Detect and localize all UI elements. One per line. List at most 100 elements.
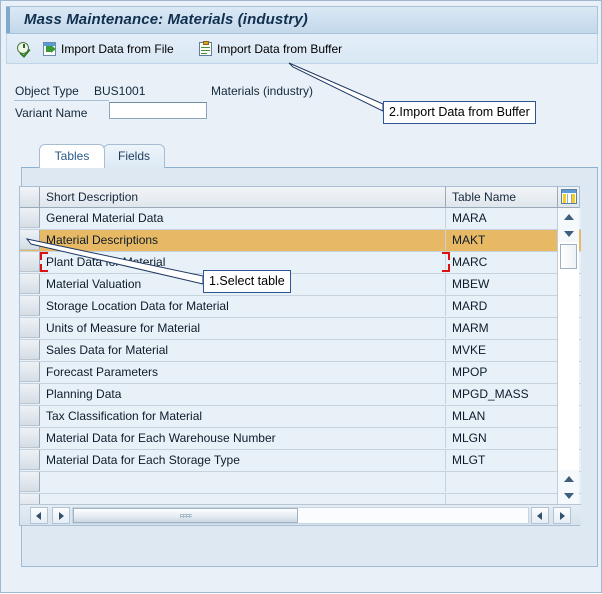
table-row[interactable]: Sales Data for Material MVKE: [20, 340, 581, 362]
scroll-down-button[interactable]: [558, 225, 579, 242]
object-type-underline: [14, 100, 109, 101]
cell-short-description: Material Valuation: [40, 274, 446, 294]
vertical-scrollbar-thumb[interactable]: [560, 244, 577, 269]
cell-table-name: [446, 472, 558, 492]
scrollbar-grip-icon: [179, 513, 192, 518]
object-type-description: Materials (industry): [211, 84, 314, 98]
table-row[interactable]: Units of Measure for Material MARM: [20, 318, 581, 340]
import-data-from-buffer-label: Import Data from Buffer: [217, 41, 343, 56]
scroll-page-down-button[interactable]: [558, 487, 579, 504]
row-selector-cell[interactable]: [20, 252, 40, 272]
cell-short-description: Material Data for Each Warehouse Number: [40, 428, 446, 448]
cell-table-name: MARC: [446, 252, 558, 272]
row-selector-cell[interactable]: [20, 208, 40, 228]
row-selector-cell[interactable]: [20, 384, 40, 404]
table-row[interactable]: Storage Location Data for Material MARD: [20, 296, 581, 318]
cell-table-name: [446, 494, 558, 504]
table-row[interactable]: General Material Data MARA: [20, 208, 581, 230]
row-selector-cell[interactable]: [20, 494, 40, 504]
row-selector-cell[interactable]: [20, 406, 40, 426]
application-window: Mass Maintenance: Materials (industry) I…: [0, 0, 602, 593]
row-selector-cell[interactable]: [20, 296, 40, 316]
grid-header-row: Short Description Table Name: [20, 187, 579, 208]
table-column-settings-icon: [561, 189, 577, 204]
cell-short-description: Material Descriptions: [40, 230, 446, 250]
execute-button[interactable]: [13, 37, 35, 60]
table-row[interactable]: [20, 494, 581, 504]
scroll-right-button[interactable]: [52, 507, 70, 524]
title-bar: Mass Maintenance: Materials (industry): [6, 6, 598, 34]
grid-body: General Material Data MARA Material Descri…: [20, 208, 581, 504]
row-selector-cell[interactable]: [20, 428, 40, 448]
toolbar: Import Data from File Import Data from B…: [6, 34, 598, 64]
object-type-label: Object Type: [15, 84, 79, 98]
cell-table-name: MBEW: [446, 274, 558, 294]
execute-clock-check-icon: [16, 41, 32, 58]
import-data-from-file-button[interactable]: Import Data from File: [39, 37, 177, 60]
cell-short-description: [40, 472, 446, 492]
cell-table-name: MPOP: [446, 362, 558, 382]
cell-table-name: MAKT: [446, 230, 558, 250]
import-data-from-buffer-button[interactable]: Import Data from Buffer: [195, 37, 345, 60]
row-selector-cell[interactable]: [20, 450, 40, 470]
row-selector-cell[interactable]: [20, 230, 40, 250]
tab-fields[interactable]: Fields: [103, 144, 165, 168]
scroll-left-button[interactable]: [30, 507, 48, 524]
object-type-value: BUS1001: [94, 84, 146, 98]
table-row[interactable]: Material Valuation MBEW: [20, 274, 581, 296]
scroll-up-button[interactable]: [558, 208, 579, 225]
table-row[interactable]: Material Data for Each Storage Type MLGT: [20, 450, 581, 472]
scroll-far-left-button[interactable]: [531, 507, 549, 524]
page-title: Mass Maintenance: Materials (industry): [24, 11, 308, 28]
cell-short-description: Storage Location Data for Material: [40, 296, 446, 316]
table-row[interactable]: Planning Data MPGD_MASS: [20, 384, 581, 406]
table-row[interactable]: Tax Classification for Material MLAN: [20, 406, 581, 428]
tables-grid: Short Description Table Name General Mat…: [19, 186, 581, 526]
grid-select-all-corner[interactable]: [20, 187, 40, 207]
cell-table-name: MLGT: [446, 450, 558, 470]
table-row[interactable]: [20, 472, 581, 494]
cell-short-description: [40, 494, 446, 504]
row-selector-cell[interactable]: [20, 318, 40, 338]
cell-short-description: Plant Data for Material: [40, 252, 446, 272]
cell-short-description: Sales Data for Material: [40, 340, 446, 360]
grid-vertical-scrollbar[interactable]: [557, 208, 579, 504]
cell-table-name: MVKE: [446, 340, 558, 360]
tab-tables[interactable]: Tables: [39, 144, 105, 168]
scroll-page-up-button[interactable]: [558, 470, 579, 487]
variant-name-label: Variant Name: [15, 106, 88, 120]
column-header-table-name[interactable]: Table Name: [446, 187, 558, 207]
table-row[interactable]: Forecast Parameters MPOP: [20, 362, 581, 384]
cell-short-description: Planning Data: [40, 384, 446, 404]
scroll-far-right-button[interactable]: [553, 507, 571, 524]
import-file-icon: [42, 41, 58, 57]
row-selector-cell[interactable]: [20, 274, 40, 294]
horizontal-scrollbar-thumb[interactable]: [73, 508, 298, 523]
cell-table-name: MARA: [446, 208, 558, 228]
variant-name-input[interactable]: [109, 102, 207, 119]
selection-form: Object Type BUS1001 Materials (industry)…: [6, 64, 598, 132]
table-row[interactable]: Material Data for Each Warehouse Number M…: [20, 428, 581, 450]
cell-short-description: Forecast Parameters: [40, 362, 446, 382]
cell-table-name: MARD: [446, 296, 558, 316]
title-bar-accent: [6, 7, 10, 33]
cell-table-name: MLAN: [446, 406, 558, 426]
cell-short-description: Units of Measure for Material: [40, 318, 446, 338]
tab-strip: Tables Fields: [21, 144, 598, 168]
cell-table-name: MLGN: [446, 428, 558, 448]
cell-short-description: Material Data for Each Storage Type: [40, 450, 446, 470]
cell-short-description: General Material Data: [40, 208, 446, 228]
row-selector-cell[interactable]: [20, 340, 40, 360]
row-selector-cell[interactable]: [20, 472, 40, 492]
grid-horizontal-scrollbar[interactable]: [20, 504, 581, 525]
cell-table-name: MARM: [446, 318, 558, 338]
cell-short-description: Tax Classification for Material: [40, 406, 446, 426]
table-row[interactable]: Plant Data for Material MARC: [20, 252, 581, 274]
horizontal-scrollbar-track[interactable]: [72, 507, 529, 524]
table-row[interactable]: Material Descriptions MAKT: [20, 230, 581, 252]
import-buffer-clipboard-icon: [198, 40, 214, 57]
row-selector-cell[interactable]: [20, 362, 40, 382]
column-settings-button[interactable]: [558, 187, 580, 207]
cell-table-name: MPGD_MASS: [446, 384, 558, 404]
column-header-short-description[interactable]: Short Description: [40, 187, 446, 207]
